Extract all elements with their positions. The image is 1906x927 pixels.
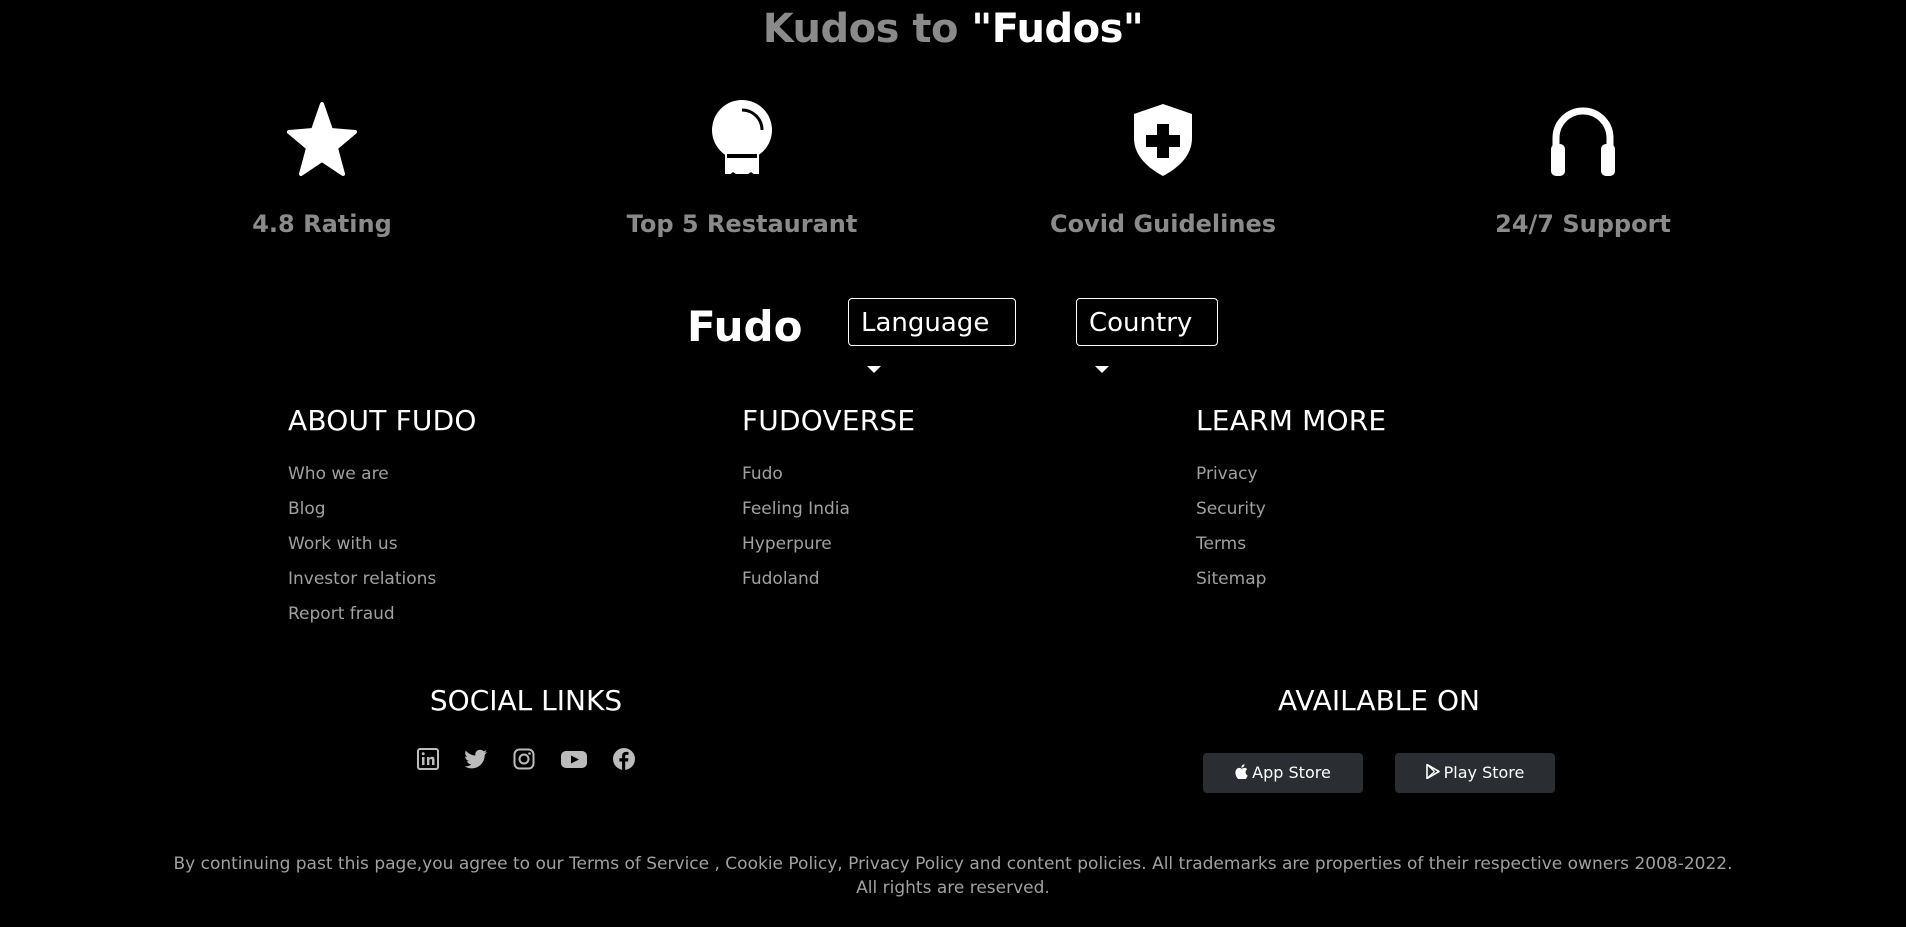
link-fudoland[interactable]: Fudoland <box>742 569 820 589</box>
kudos-heading: Kudos to "Fudos" <box>0 6 1906 52</box>
link-terms[interactable]: Terms <box>1196 534 1246 554</box>
social-links-section: SOCIAL LINKS <box>376 684 676 771</box>
link-hyperpure[interactable]: Hyperpure <box>742 534 832 554</box>
link-who-we-are[interactable]: Who we are <box>288 464 389 484</box>
app-store-button[interactable]: App Store <box>1203 753 1363 793</box>
store-buttons: App Store Play Store <box>1179 753 1579 793</box>
apple-icon <box>1235 764 1248 780</box>
youtube-icon[interactable] <box>560 747 588 771</box>
link-sitemap[interactable]: Sitemap <box>1196 569 1266 589</box>
instagram-icon[interactable] <box>512 747 536 771</box>
learn-more-heading: LEARM MORE <box>1196 404 1387 437</box>
learn-more-links: Privacy Security Terms Sitemap <box>1196 463 1596 603</box>
about-heading: ABOUT FUDO <box>288 404 477 437</box>
fudoverse-heading: FUDOVERSE <box>742 404 916 437</box>
link-blog[interactable]: Blog <box>288 499 326 519</box>
headphones-icon <box>1433 100 1733 182</box>
link-fudo[interactable]: Fudo <box>742 464 783 484</box>
star-icon <box>172 100 472 182</box>
link-privacy[interactable]: Privacy <box>1196 464 1258 484</box>
feature-label: 4.8 Rating <box>252 210 392 238</box>
social-icons-row <box>376 747 676 771</box>
caret-down-icon <box>867 366 881 373</box>
feature-label: Covid Guidelines <box>1049 210 1277 238</box>
feature-label: 24/7 Support <box>1495 210 1671 238</box>
fudoverse-column: FUDOVERSE Fudo Feeling India Hyperpure F… <box>742 404 1142 603</box>
features-row: 4.8 Rating Top 5 Restaurant Covid Guidel… <box>0 100 1906 250</box>
feature-top-restaurant: Top 5 Restaurant <box>592 100 892 238</box>
available-heading: AVAILABLE ON <box>1278 684 1480 717</box>
feature-label: Top 5 Restaurant <box>626 210 858 238</box>
learn-more-column: LEARM MORE Privacy Security Terms Sitema… <box>1196 404 1596 603</box>
brand-row: Fudo Language Country <box>0 296 1906 373</box>
award-medal-icon <box>592 100 892 182</box>
country-dropdown[interactable]: Country <box>1076 298 1218 373</box>
play-store-icon <box>1425 763 1440 780</box>
link-feeling-india[interactable]: Feeling India <box>742 499 850 519</box>
footer-page: Kudos to "Fudos" 4.8 Rating Top 5 Restau… <box>0 0 1906 927</box>
link-investor-relations[interactable]: Investor relations <box>288 569 436 589</box>
shield-plus-icon <box>1013 100 1313 182</box>
link-work-with-us[interactable]: Work with us <box>288 534 398 554</box>
kudos-prefix: Kudos to <box>762 6 959 52</box>
play-store-button[interactable]: Play Store <box>1395 753 1555 793</box>
language-dropdown[interactable]: Language <box>848 298 1016 373</box>
twitter-icon[interactable] <box>464 747 488 771</box>
linkedin-icon[interactable] <box>416 747 440 771</box>
language-dropdown-label: Language <box>861 308 990 338</box>
link-security[interactable]: Security <box>1196 499 1266 519</box>
fudoverse-links: Fudo Feeling India Hyperpure Fudoland <box>742 463 1142 603</box>
feature-covid: Covid Guidelines <box>1013 100 1313 238</box>
social-heading: SOCIAL LINKS <box>429 684 623 717</box>
play-store-label: Play Store <box>1443 763 1525 782</box>
about-column: ABOUT FUDO Who we are Blog Work with us … <box>288 404 688 638</box>
feature-support: 24/7 Support <box>1433 100 1733 238</box>
brand-logo[interactable]: Fudo <box>687 302 802 351</box>
app-store-label: App Store <box>1252 763 1331 782</box>
about-links: Who we are Blog Work with us Investor re… <box>288 463 688 638</box>
kudos-highlight: "Fudos" <box>971 6 1144 52</box>
caret-down-icon <box>1095 366 1109 373</box>
legal-disclaimer: By continuing past this page,you agree t… <box>173 854 1733 898</box>
available-on-section: AVAILABLE ON App Store Play Store <box>1179 684 1579 793</box>
feature-rating: 4.8 Rating <box>172 100 472 238</box>
country-dropdown-label: Country <box>1089 308 1193 338</box>
facebook-icon[interactable] <box>612 747 636 771</box>
link-report-fraud[interactable]: Report fraud <box>288 604 395 624</box>
